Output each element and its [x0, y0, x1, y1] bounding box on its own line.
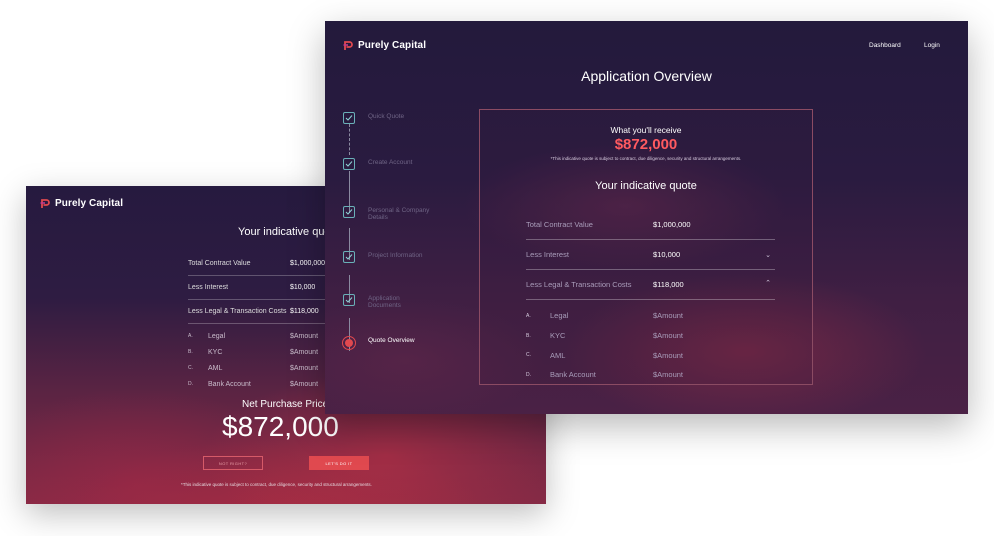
- check-icon: [343, 158, 355, 170]
- not-right-button[interactable]: NOT RIGHT?: [203, 456, 263, 470]
- chevron-down-icon[interactable]: ⌄: [765, 251, 771, 259]
- table-row: Total Contract Value $1,000,000: [526, 210, 775, 240]
- item-name: Legal: [208, 332, 226, 340]
- row-value: $1,000,000: [653, 220, 691, 229]
- nav-login-link[interactable]: Login: [924, 42, 940, 49]
- item-letter: A.: [188, 333, 193, 339]
- item-letter: B.: [526, 332, 531, 339]
- item-name: KYC: [550, 331, 566, 341]
- step-label: Quote Overview: [368, 337, 415, 344]
- item-value: $Amount: [290, 364, 319, 372]
- step-quote-overview[interactable]: Quote Overview: [342, 336, 430, 350]
- list-item: B. KYC $Amount: [526, 326, 775, 346]
- quote-panel: What you'll receive $872,000 *This indic…: [479, 109, 813, 385]
- item-name: Bank Account: [550, 370, 596, 380]
- disclaimer-text: *This indicative quote is subject to con…: [181, 482, 372, 487]
- row-label: Less Legal & Transaction Costs: [526, 280, 632, 289]
- item-value: $Amount: [290, 332, 319, 340]
- nav-dashboard-link[interactable]: Dashboard: [869, 42, 901, 49]
- brand-name: Purely Capital: [55, 198, 124, 209]
- item-value: $Amount: [653, 370, 684, 380]
- step-connector: [349, 124, 350, 155]
- row-label: Less Interest: [526, 250, 569, 259]
- row-label: Total Contract Value: [526, 220, 593, 229]
- row-value: $118,000: [653, 280, 684, 289]
- step-create-account[interactable]: Create Account: [343, 158, 430, 170]
- item-letter: A.: [526, 312, 531, 319]
- item-value: $Amount: [653, 311, 684, 321]
- row-label: Less Legal & Transaction Costs: [188, 308, 287, 315]
- step-label: Quick Quote: [368, 113, 405, 120]
- row-value: $10,000: [290, 284, 316, 291]
- lets-do-it-button[interactable]: LET'S DO IT: [309, 456, 369, 470]
- item-name: Bank Account: [208, 380, 251, 388]
- item-letter: C.: [526, 352, 531, 359]
- list-item: A. Legal $Amount: [526, 306, 775, 326]
- step-label: Personal & Company Details: [368, 207, 430, 221]
- table-row[interactable]: Less Interest $10,000 ⌄: [526, 240, 775, 270]
- step-quick-quote[interactable]: Quick Quote: [343, 112, 430, 124]
- brand-logo[interactable]: Purely Capital: [40, 198, 123, 209]
- item-name: KYC: [208, 348, 223, 356]
- step-label: Create Account: [368, 159, 413, 166]
- item-name: AML: [550, 350, 566, 360]
- item-value: $Amount: [290, 380, 319, 388]
- item-name: Legal: [550, 311, 569, 321]
- step-personal-company-details[interactable]: Personal & Company Details: [343, 206, 430, 221]
- item-value: $Amount: [653, 350, 684, 360]
- item-letter: D.: [526, 371, 531, 378]
- row-label: Less Interest: [188, 284, 229, 291]
- table-row[interactable]: Less Legal & Transaction Costs $118,000 …: [526, 270, 775, 300]
- active-step-icon: [342, 336, 356, 350]
- check-icon: [343, 206, 355, 218]
- step-project-information[interactable]: Project Information: [343, 251, 430, 263]
- disclaimer-text: *This indicative quote is subject to con…: [550, 156, 742, 161]
- receive-label: What you'll receive: [610, 125, 682, 135]
- chevron-up-icon[interactable]: ⌃: [765, 279, 771, 287]
- quote-heading: Your indicative quote: [595, 180, 697, 192]
- page-title: Application Overview: [581, 68, 712, 84]
- purely-capital-logo-icon: [343, 40, 353, 51]
- step-application-documents[interactable]: Application Documents: [343, 294, 430, 309]
- check-icon: [343, 294, 355, 306]
- net-purchase-value: $872,000: [222, 411, 339, 442]
- item-name: AML: [208, 364, 223, 372]
- check-icon: [343, 112, 355, 124]
- check-icon: [343, 251, 355, 263]
- item-letter: C.: [188, 365, 193, 371]
- row-value: $118,000: [290, 308, 319, 315]
- item-letter: B.: [188, 349, 193, 355]
- purely-capital-logo-icon: [40, 198, 50, 209]
- row-label: Total Contract Value: [188, 260, 251, 267]
- item-letter: D.: [188, 381, 193, 387]
- receive-value: $872,000: [614, 136, 678, 153]
- item-value: $Amount: [290, 348, 319, 356]
- row-value: $1,000,000: [290, 260, 326, 267]
- list-item: D. Bank Account $Amount: [526, 365, 775, 385]
- list-item: C. AML $Amount: [526, 345, 775, 365]
- quote-table: Total Contract Value $1,000,000 Less Int…: [526, 210, 775, 385]
- item-value: $Amount: [653, 331, 684, 341]
- progress-stepper: Quick Quote Create Account Personal & Co…: [342, 110, 463, 370]
- step-label: Project Information: [368, 252, 423, 259]
- application-overview-screen: Purely Capital Dashboard Login Applicati…: [325, 21, 968, 414]
- brand-name: Purely Capital: [358, 40, 427, 51]
- step-label: Application Documents: [368, 295, 401, 309]
- row-value: $10,000: [653, 250, 681, 259]
- net-purchase-label: Net Purchase Price: [242, 399, 329, 410]
- brand-logo[interactable]: Purely Capital: [343, 40, 426, 51]
